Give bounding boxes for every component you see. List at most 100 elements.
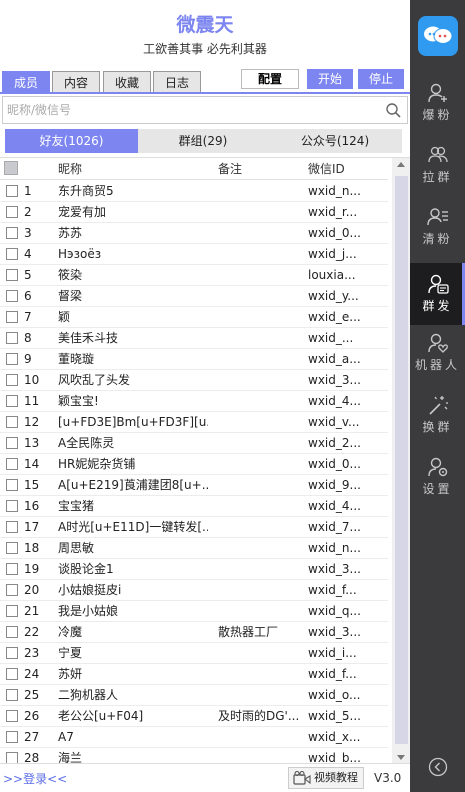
table-row[interactable]: 17 A时光[u+E11D]一键转发[... wxid_7... bbox=[0, 517, 388, 538]
table-row[interactable]: 27 A7 wxid_x... bbox=[0, 727, 388, 748]
row-checkbox[interactable] bbox=[6, 563, 18, 575]
sidebar-item-switch-group[interactable]: 换群 bbox=[410, 384, 465, 446]
row-checkbox[interactable] bbox=[6, 437, 18, 449]
contact-wxid: wxid_f... bbox=[308, 583, 357, 597]
sidebar-item-settings[interactable]: 设置 bbox=[410, 446, 465, 508]
table-row[interactable]: 16 宝宝猪 wxid_4... bbox=[0, 496, 388, 517]
column-header-nick[interactable]: 昵称 bbox=[58, 158, 82, 180]
video-tutorial-label: 视频教程 bbox=[314, 771, 358, 784]
select-all-checkbox[interactable] bbox=[4, 161, 18, 175]
row-checkbox[interactable] bbox=[6, 353, 18, 365]
row-checkbox[interactable] bbox=[6, 626, 18, 638]
contact-wxid: wxid_4... bbox=[308, 394, 361, 408]
row-checkbox[interactable] bbox=[6, 311, 18, 323]
search-input[interactable] bbox=[7, 97, 377, 123]
sidebar-item-pull-group[interactable]: 拉群 bbox=[410, 134, 465, 196]
collapse-chevron-icon[interactable] bbox=[428, 757, 448, 777]
table-row[interactable]: 19 谈股论金1 wxid_3... bbox=[0, 559, 388, 580]
table-row[interactable]: 13 A全民陈灵 wxid_2... bbox=[0, 433, 388, 454]
login-link[interactable]: >>登录<< bbox=[3, 770, 67, 787]
table-row[interactable]: 28 海兰 wxid_b... bbox=[0, 748, 388, 763]
row-checkbox[interactable] bbox=[6, 647, 18, 659]
column-header-wxid[interactable]: 微信ID bbox=[308, 158, 345, 180]
row-number: 23 bbox=[24, 646, 40, 660]
segment-groups[interactable]: 群组(29) bbox=[138, 129, 268, 153]
table-row[interactable]: 10 风吹乱了头发 wxid_3... bbox=[0, 370, 388, 391]
sidebar-item-label: 机器人 bbox=[414, 358, 460, 372]
row-checkbox[interactable] bbox=[6, 416, 18, 428]
tab-log[interactable]: 日志 bbox=[153, 71, 201, 93]
contact-wxid: louxia... bbox=[308, 268, 356, 282]
row-checkbox[interactable] bbox=[6, 395, 18, 407]
table-row[interactable]: 25 二狗机器人 wxid_o... bbox=[0, 685, 388, 706]
row-checkbox[interactable] bbox=[6, 521, 18, 533]
vertical-scrollbar[interactable] bbox=[392, 158, 410, 763]
sidebar-item-robot[interactable]: 机器人 bbox=[410, 322, 465, 384]
column-header-note[interactable]: 备注 bbox=[218, 158, 242, 180]
segment-friends[interactable]: 好友(1026) bbox=[5, 129, 138, 153]
row-checkbox[interactable] bbox=[6, 584, 18, 596]
sidebar-item-boost-fans[interactable]: 爆粉 bbox=[410, 72, 465, 134]
table-row[interactable]: 9 董晓璇 wxid_a... bbox=[0, 349, 388, 370]
row-checkbox[interactable] bbox=[6, 752, 18, 763]
table-row[interactable]: 8 美佳禾斗技 wxid_... bbox=[0, 328, 388, 349]
stop-button[interactable]: 停止 bbox=[358, 69, 404, 89]
row-checkbox[interactable] bbox=[6, 605, 18, 617]
table-row[interactable]: 24 苏妍 wxid_f... bbox=[0, 664, 388, 685]
row-checkbox[interactable] bbox=[6, 185, 18, 197]
row-checkbox[interactable] bbox=[6, 731, 18, 743]
table-row[interactable]: 14 HR妮妮杂货铺 wxid_0... bbox=[0, 454, 388, 475]
row-checkbox[interactable] bbox=[6, 227, 18, 239]
row-checkbox[interactable] bbox=[6, 668, 18, 680]
table-row[interactable]: 11 颖宝宝! wxid_4... bbox=[0, 391, 388, 412]
contact-wxid: wxid_b... bbox=[308, 751, 361, 763]
table-row[interactable]: 5 筱染 louxia... bbox=[0, 265, 388, 286]
scroll-up-icon[interactable] bbox=[397, 162, 405, 167]
row-number: 14 bbox=[24, 457, 40, 471]
segment-official-accounts[interactable]: 公众号(124) bbox=[268, 129, 402, 153]
row-checkbox[interactable] bbox=[6, 500, 18, 512]
row-checkbox[interactable] bbox=[6, 689, 18, 701]
tab-favorites[interactable]: 收藏 bbox=[103, 71, 151, 93]
row-number: 10 bbox=[24, 373, 40, 387]
table-row[interactable]: 6 督梁 wxid_y... bbox=[0, 286, 388, 307]
row-checkbox[interactable] bbox=[6, 458, 18, 470]
search-icon[interactable] bbox=[385, 102, 401, 118]
row-number: 19 bbox=[24, 562, 40, 576]
row-checkbox[interactable] bbox=[6, 290, 18, 302]
video-tutorial-button[interactable]: 视频教程 bbox=[288, 767, 364, 789]
row-checkbox[interactable] bbox=[6, 206, 18, 218]
row-checkbox[interactable] bbox=[6, 269, 18, 281]
table-row[interactable]: 23 宁夏 wxid_i... bbox=[0, 643, 388, 664]
table-row[interactable]: 2 宠爱有加 wxid_r... bbox=[0, 202, 388, 223]
table-row[interactable]: 26 老公公[u+F04] 及时雨的DG'... wxid_5... bbox=[0, 706, 388, 727]
table-row[interactable]: 15 A[u+E219]莨浦建团8[u+... wxid_9... bbox=[0, 475, 388, 496]
table-row[interactable]: 22 冷魔 散热器工厂 wxid_3... bbox=[0, 622, 388, 643]
scrollbar-thumb[interactable] bbox=[395, 176, 408, 744]
contact-table: 昵称 备注 微信ID 1 东升商贸5 wxid_n... 2 宠爱有加 wxid_r...… bbox=[0, 157, 410, 763]
row-checkbox[interactable] bbox=[6, 248, 18, 260]
sidebar-item-mass-send[interactable]: 群发 bbox=[410, 263, 465, 325]
tab-content[interactable]: 内容 bbox=[52, 71, 100, 93]
row-checkbox[interactable] bbox=[6, 542, 18, 554]
start-button[interactable]: 开始 bbox=[307, 69, 353, 89]
tab-members[interactable]: 成员 bbox=[2, 71, 50, 93]
table-row[interactable]: 18 周思敏 wxid_n... bbox=[0, 538, 388, 559]
row-checkbox[interactable] bbox=[6, 374, 18, 386]
row-checkbox[interactable] bbox=[6, 332, 18, 344]
scroll-down-icon[interactable] bbox=[397, 755, 405, 760]
contact-nickname: 老公公[u+F04] bbox=[58, 709, 144, 723]
table-row[interactable]: 20 小姑娘挺皮i wxid_f... bbox=[0, 580, 388, 601]
config-button[interactable]: 配置 bbox=[241, 69, 299, 89]
table-row[interactable]: 21 我是小姑娘 wxid_q... bbox=[0, 601, 388, 622]
table-row[interactable]: 4 Нэзоёз wxid_j... bbox=[0, 244, 388, 265]
table-row[interactable]: 7 颖 wxid_e... bbox=[0, 307, 388, 328]
table-row[interactable]: 1 东升商贸5 wxid_n... bbox=[0, 181, 388, 202]
user-add-icon bbox=[428, 83, 447, 103]
table-row[interactable]: 12 [u+FD3E]Bm[u+FD3F][u... wxid_v... bbox=[0, 412, 388, 433]
row-checkbox[interactable] bbox=[6, 479, 18, 491]
table-header: 昵称 备注 微信ID bbox=[0, 158, 388, 180]
sidebar-item-clean-fans[interactable]: 清粉 bbox=[410, 196, 465, 258]
table-row[interactable]: 3 苏苏 wxid_0... bbox=[0, 223, 388, 244]
row-checkbox[interactable] bbox=[6, 710, 18, 722]
